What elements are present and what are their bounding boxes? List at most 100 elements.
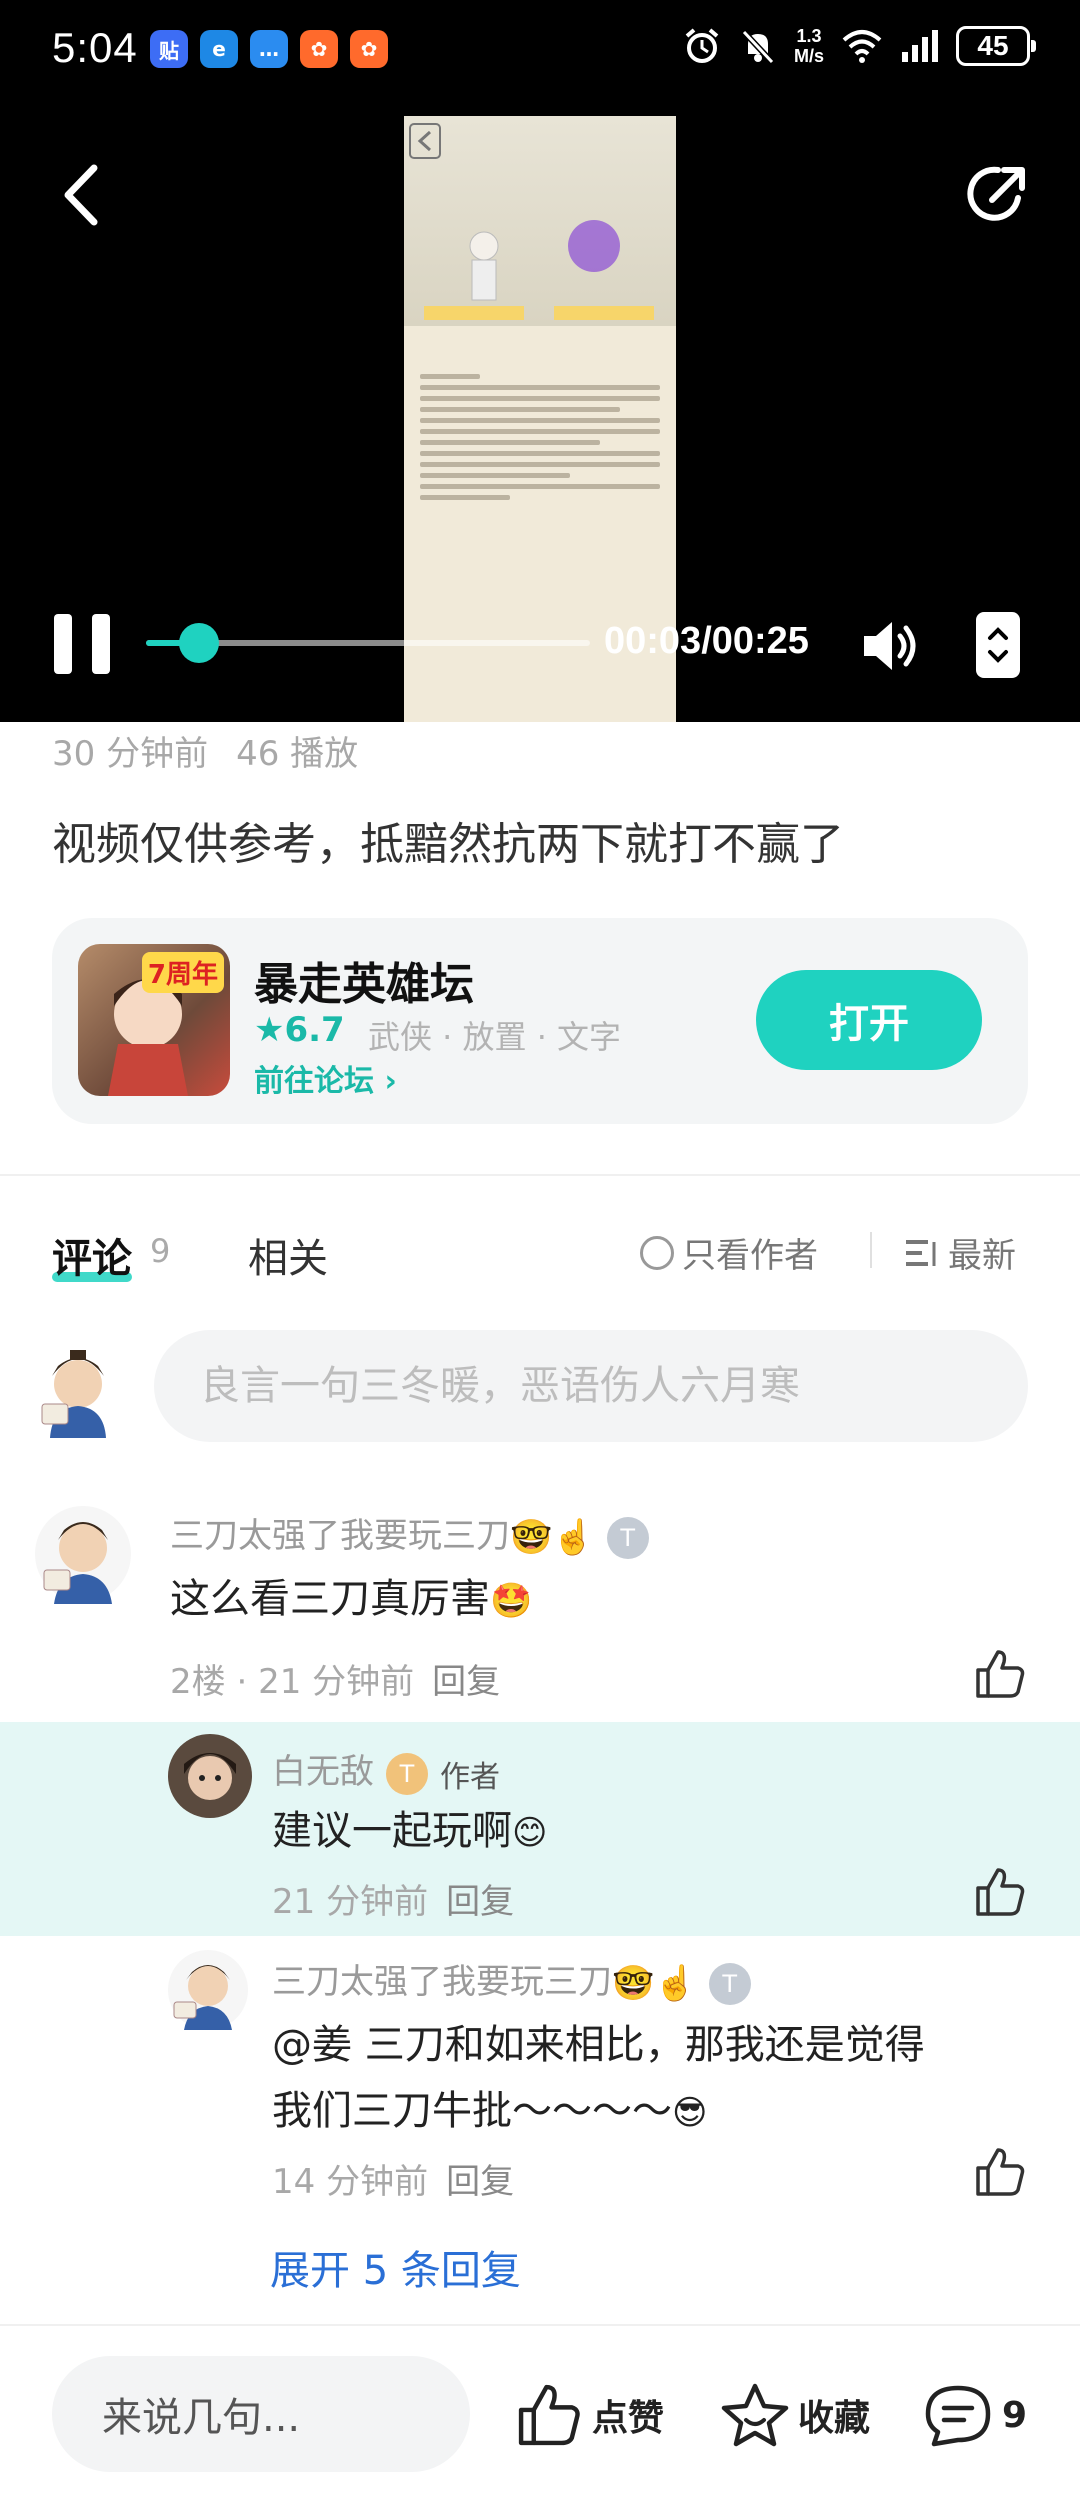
progress-knob[interactable] xyxy=(179,623,220,663)
tab-related[interactable]: 相关 xyxy=(248,1226,328,1284)
reply-text: 建议一起玩啊😊 xyxy=(272,1798,547,1866)
author-avatar[interactable] xyxy=(168,1734,252,1818)
comments-count: 9 xyxy=(150,1232,171,1270)
bottom-comment-input[interactable]: 来说几句... xyxy=(52,2356,470,2472)
pause-button[interactable] xyxy=(54,614,110,674)
only-author-toggle[interactable]: 只看作者 xyxy=(640,1228,818,1277)
sort-icon xyxy=(906,1239,936,1266)
reply-button[interactable]: 回复 xyxy=(446,1882,514,1922)
battery-indicator: 45 xyxy=(956,26,1036,66)
chevron-right-icon: › xyxy=(384,1064,397,1099)
reply-meta: 14 分钟前 回复 xyxy=(272,2154,514,2203)
wifi-icon xyxy=(842,30,882,63)
video-time: 00:03/00:25 xyxy=(604,620,809,662)
level-badge: T xyxy=(386,1752,428,1795)
radio-icon xyxy=(640,1235,674,1270)
taobao-app-icon: ✿ xyxy=(300,30,338,68)
comments-button[interactable]: 9 xyxy=(922,2382,1027,2448)
level-badge: T xyxy=(606,1516,649,1559)
like-post-button[interactable]: 点赞 xyxy=(514,2382,664,2448)
comment-text-body: 这么看三刀真厉害 xyxy=(170,1576,490,1622)
progress-bar[interactable] xyxy=(146,623,590,663)
like-icon[interactable] xyxy=(974,2146,1026,2198)
back-arrow-icon[interactable] xyxy=(56,160,116,230)
share-icon[interactable] xyxy=(962,158,1034,230)
username-text: 三刀太强了我要玩三刀 xyxy=(272,1962,612,2002)
collect-label: 收藏 xyxy=(798,2398,871,2439)
filter-separator xyxy=(870,1232,872,1268)
username-text: 三刀太强了我要玩三刀 xyxy=(170,1516,510,1556)
taobao-app-icon-2: ✿ xyxy=(350,30,388,68)
fullscreen-rotate-button[interactable] xyxy=(976,612,1020,678)
game-app-icon[interactable]: 7周年 xyxy=(78,944,230,1096)
comment-emoji: 🤩 xyxy=(490,1581,533,1621)
like-label: 点赞 xyxy=(592,2398,665,2439)
expand-replies-link[interactable]: 展开 5 条回复 xyxy=(270,2238,521,2296)
my-avatar[interactable] xyxy=(38,1346,118,1438)
post-time: 30 分钟前 xyxy=(52,734,209,774)
comment-username[interactable]: 三刀太强了我要玩三刀🤓☝️ T xyxy=(170,1508,649,1559)
forum-link[interactable]: 前往论坛 › xyxy=(254,1056,397,1100)
collect-button[interactable]: 收藏 xyxy=(720,2382,870,2448)
sort-label: 最新 xyxy=(948,1236,1016,1276)
post-meta: 30 分钟前 46 播放 xyxy=(52,726,386,775)
post-description: 视频仅供参考，抵黯然抗两下就打不赢了 xyxy=(52,819,844,870)
status-right: 1.3 M/s 45 xyxy=(682,26,1036,66)
reply-username[interactable]: 白无敌 T 作者 xyxy=(272,1744,500,1796)
comment-bubble-icon xyxy=(925,2385,991,2447)
commenter-avatar[interactable] xyxy=(168,1950,248,2030)
speed-value: 1.3 xyxy=(796,26,822,46)
reply-text-line-2: 我们三刀牛批～～～～ xyxy=(272,2088,672,2134)
reply-text-body: 建议一起玩啊 xyxy=(272,1808,512,1854)
message-app-icon: … xyxy=(250,30,288,68)
browser-app-icon: e xyxy=(200,30,238,68)
tab-comments[interactable]: 评论 xyxy=(52,1226,132,1284)
reply-text-line-1: @姜 三刀和如来相比，那我还是觉得 xyxy=(272,2022,925,2068)
level-badge: T xyxy=(708,1962,751,2005)
sort-button[interactable]: 最新 xyxy=(906,1228,1016,1277)
thumbs-up-icon xyxy=(518,2384,580,2446)
post-plays: 46 播放 xyxy=(236,734,359,774)
status-app-icons: 贴 e … ✿ ✿ xyxy=(150,30,388,68)
reply-text: @姜 三刀和如来相比，那我还是觉得 我们三刀牛批～～～～😎 xyxy=(272,2012,925,2146)
star-icon: ★ xyxy=(254,1010,285,1050)
reply-button[interactable]: 回复 xyxy=(446,2162,514,2202)
game-card[interactable]: 7周年 暴走英雄坛 ★ 6.7 武侠 · 放置 · 文字 前往论坛 › 打开 xyxy=(52,918,1028,1124)
name-emojis: 🤓☝️ xyxy=(510,1517,595,1558)
reply-time: 14 分钟前 xyxy=(272,2162,429,2202)
game-rating: ★ 6.7 xyxy=(254,1010,345,1050)
reply-username[interactable]: 三刀太强了我要玩三刀🤓☝️ T xyxy=(272,1954,751,2005)
commenter-avatar[interactable] xyxy=(34,1504,132,1604)
reply-button[interactable]: 回复 xyxy=(432,1662,500,1702)
section-divider xyxy=(0,1174,1080,1176)
bottom-input-placeholder: 来说几句... xyxy=(102,2395,301,2441)
name-emojis: 🤓☝️ xyxy=(612,1963,697,2004)
video-game-scene xyxy=(404,116,676,326)
forum-link-label: 前往论坛 xyxy=(254,1064,374,1099)
comment-input[interactable] xyxy=(154,1330,1028,1442)
status-bar: 5:04 贴 e … ✿ ✿ 1.3 M/s 45 xyxy=(0,0,1080,100)
speed-unit: M/s xyxy=(793,46,824,66)
network-speed: 1.3 M/s xyxy=(794,26,824,66)
status-time: 5:04 xyxy=(52,24,138,71)
like-icon[interactable] xyxy=(974,1648,1026,1700)
mute-bell-icon xyxy=(741,29,775,65)
reply-text-line-2-wrap: 我们三刀牛批～～～～😎 xyxy=(272,2078,925,2146)
reply-time: 21 分钟前 xyxy=(272,1882,429,1922)
comment-text: 这么看三刀真厉害🤩 xyxy=(170,1566,532,1634)
rating-value: 6.7 xyxy=(284,1010,345,1050)
game-name: 暴走英雄坛 xyxy=(254,959,474,1010)
volume-icon[interactable] xyxy=(860,616,924,676)
alarm-icon xyxy=(685,28,719,63)
star-icon xyxy=(721,2383,789,2447)
signal-icon xyxy=(902,30,938,62)
video-player[interactable]: 5:04 贴 e … ✿ ✿ 1.3 M/s 45 00:03/00:25 xyxy=(0,0,1080,722)
reply-emoji: 😊 xyxy=(512,1813,548,1853)
reply-meta: 21 分钟前 回复 xyxy=(272,1874,514,1923)
rotate-icon xyxy=(988,627,1008,663)
open-game-button[interactable]: 打开 xyxy=(756,970,982,1070)
username-text: 白无敌 xyxy=(272,1752,374,1792)
comment-count: 9 xyxy=(1002,2394,1028,2436)
like-icon[interactable] xyxy=(974,1866,1026,1918)
comment-time: 21 分钟前 xyxy=(258,1662,415,1702)
